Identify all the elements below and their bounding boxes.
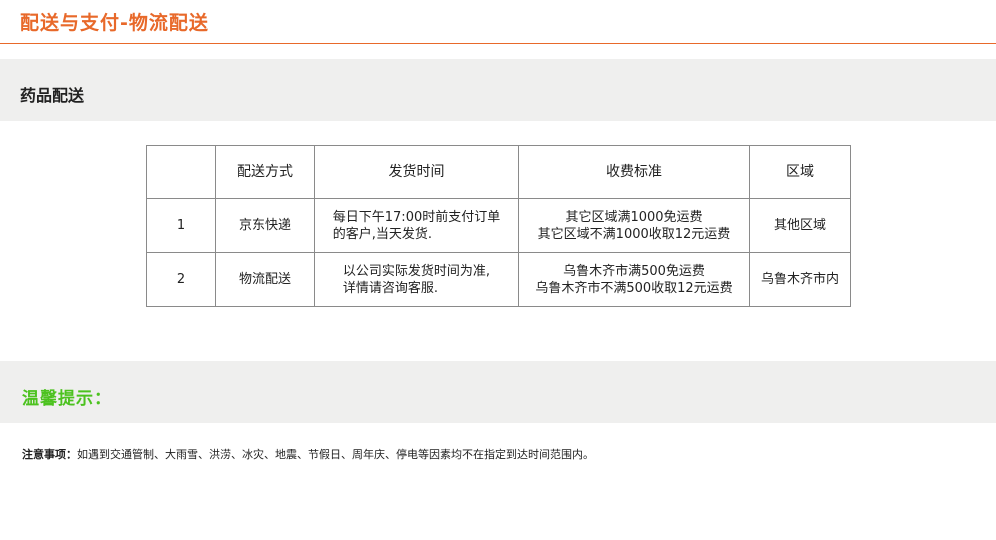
ship-time-line: 的客户,当天发货.: [332, 226, 433, 242]
row-index: 1: [146, 198, 216, 253]
page-title: 配送与支付-物流配送: [20, 12, 209, 34]
delivery-method: 物流配送: [215, 252, 315, 307]
fee-line: 乌鲁木齐市不满500收取12元运费: [535, 280, 733, 296]
fee-line: 其它区域不满1000收取12元运费: [537, 226, 731, 242]
fee-line: 乌鲁木齐市满500免运费: [563, 263, 705, 279]
notice-body: 如遇到交通管制、大雨雪、洪涝、冰灾、地震、节假日、周年庆、停电等因素均不在指定到…: [77, 448, 594, 461]
row-index: 2: [146, 252, 216, 307]
ship-time-cell: 每日下午17:00时前支付订单 的客户,当天发货.: [314, 198, 519, 253]
table-row: 1 京东快递 每日下午17:00时前支付订单 的客户,当天发货. 其它区域满10…: [146, 198, 851, 253]
column-header-region: 区域: [749, 145, 851, 199]
ship-time-text: 每日下午17:00时前支付订单 的客户,当天发货.: [333, 209, 500, 243]
region-cell: 乌鲁木齐市内: [749, 252, 851, 307]
shipping-table: 配送方式 发货时间 收费标准 区域 1 京东快递 每日下午17:00时前支付订单…: [146, 145, 851, 307]
section-header-band: 药品配送: [0, 59, 996, 121]
table-row: 2 物流配送 以公司实际发货时间为准, 详情请咨询客服. 乌鲁木齐市满500免运…: [146, 252, 851, 307]
section-title: 药品配送: [20, 86, 85, 105]
tips-header-band: 温馨提示：: [0, 361, 996, 423]
fee-cell: 其它区域满1000免运费 其它区域不满1000收取12元运费: [518, 198, 750, 253]
ship-time-text: 以公司实际发货时间为准, 详情请咨询客服.: [343, 263, 490, 297]
ship-time-line: 详情请咨询客服.: [342, 280, 439, 296]
notice-label: 注意事项：: [22, 448, 77, 461]
column-header-index: [146, 145, 216, 199]
ship-time-line: 每日下午17:00时前支付订单: [332, 209, 501, 225]
region-cell: 其他区域: [749, 198, 851, 253]
fee-cell: 乌鲁木齐市满500免运费 乌鲁木齐市不满500收取12元运费: [518, 252, 750, 307]
page-header: 配送与支付-物流配送: [0, 0, 996, 44]
notice-text: 注意事项：如遇到交通管制、大雨雪、洪涝、冰灾、地震、节假日、周年庆、停电等因素均…: [22, 446, 594, 462]
ship-time-line: 以公司实际发货时间为准,: [342, 263, 491, 279]
column-header-fees: 收费标准: [518, 145, 750, 199]
delivery-method: 京东快递: [215, 198, 315, 253]
tips-title: 温馨提示：: [22, 389, 112, 409]
ship-time-cell: 以公司实际发货时间为准, 详情请咨询客服.: [314, 252, 519, 307]
column-header-ship-time: 发货时间: [314, 145, 519, 199]
table-header-row: 配送方式 发货时间 收费标准 区域: [146, 145, 851, 199]
fee-line: 其它区域满1000免运费: [565, 209, 703, 225]
column-header-method: 配送方式: [215, 145, 315, 199]
